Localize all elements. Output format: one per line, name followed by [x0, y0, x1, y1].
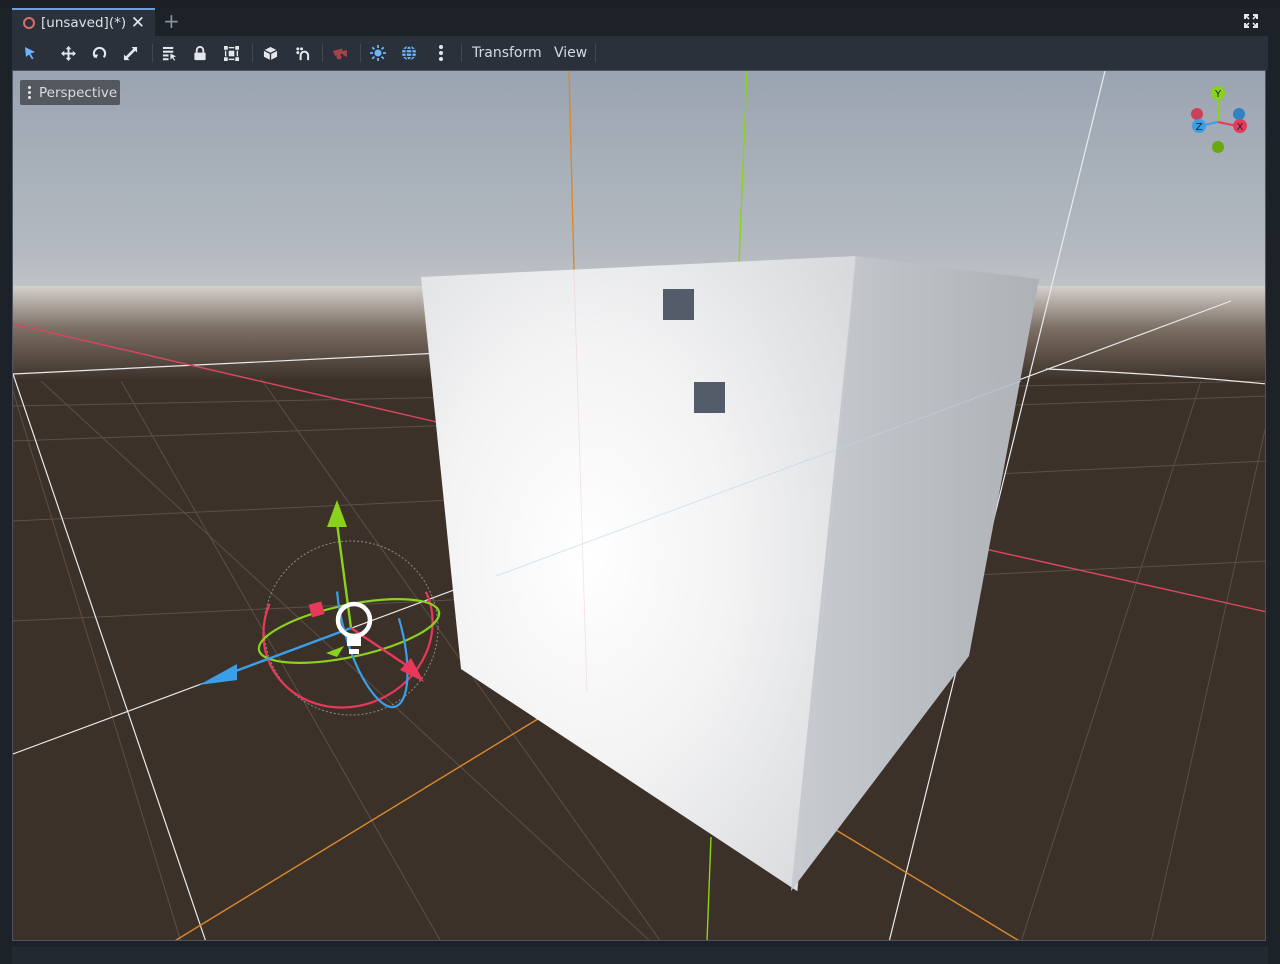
unsaved-scene-icon	[23, 17, 35, 29]
x-axis-label: X	[1237, 122, 1244, 133]
scene-tab-bar: [unsaved](*) ✕ +	[0, 0, 1280, 36]
right-panel-edge	[1266, 70, 1280, 941]
perspective-label: Perspective	[39, 84, 118, 101]
move-icon[interactable]	[60, 36, 76, 70]
add-scene-tab-icon[interactable]: +	[163, 9, 180, 33]
toolbar-separator	[152, 44, 153, 62]
scene-tab[interactable]: [unsaved](*) ✕	[12, 8, 155, 36]
scale-icon[interactable]	[122, 36, 138, 70]
snap-icon[interactable]	[294, 36, 310, 70]
select-icon[interactable]	[22, 36, 38, 70]
more-icon[interactable]	[433, 36, 449, 70]
camera-icon[interactable]	[332, 36, 348, 70]
toolbar-separator	[461, 44, 462, 62]
sun-icon[interactable]	[370, 36, 386, 70]
rotate-icon[interactable]	[91, 36, 107, 70]
viewport-toolbar: Transform View	[12, 36, 1268, 70]
toolbar-separator	[595, 44, 596, 62]
scene-tab-title: [unsaved](*)	[41, 15, 127, 31]
vertical-dots-icon	[28, 86, 32, 99]
toolbar-separator	[322, 44, 323, 62]
title-strip	[0, 0, 1280, 8]
3d-viewport[interactable]: Y X Z	[12, 70, 1266, 941]
y-axis-label: Y	[1214, 89, 1222, 100]
close-tab-icon[interactable]: ✕	[131, 13, 145, 33]
local-space-icon[interactable]	[262, 36, 278, 70]
toolbar-separator	[360, 44, 361, 62]
perspective-menu-button[interactable]: Perspective	[20, 80, 120, 105]
bottom-panel	[0, 941, 1280, 964]
view-menu[interactable]: View	[554, 36, 587, 70]
list-select-icon[interactable]	[161, 36, 177, 70]
environment-icon[interactable]	[401, 36, 417, 70]
distraction-free-icon[interactable]	[1244, 13, 1258, 32]
group-icon[interactable]	[223, 36, 239, 70]
z-axis-label: Z	[1196, 122, 1203, 133]
lock-icon[interactable]	[192, 36, 208, 70]
toolbar-separator	[252, 44, 253, 62]
left-panel-edge	[0, 70, 12, 941]
transform-menu[interactable]: Transform	[472, 36, 542, 70]
